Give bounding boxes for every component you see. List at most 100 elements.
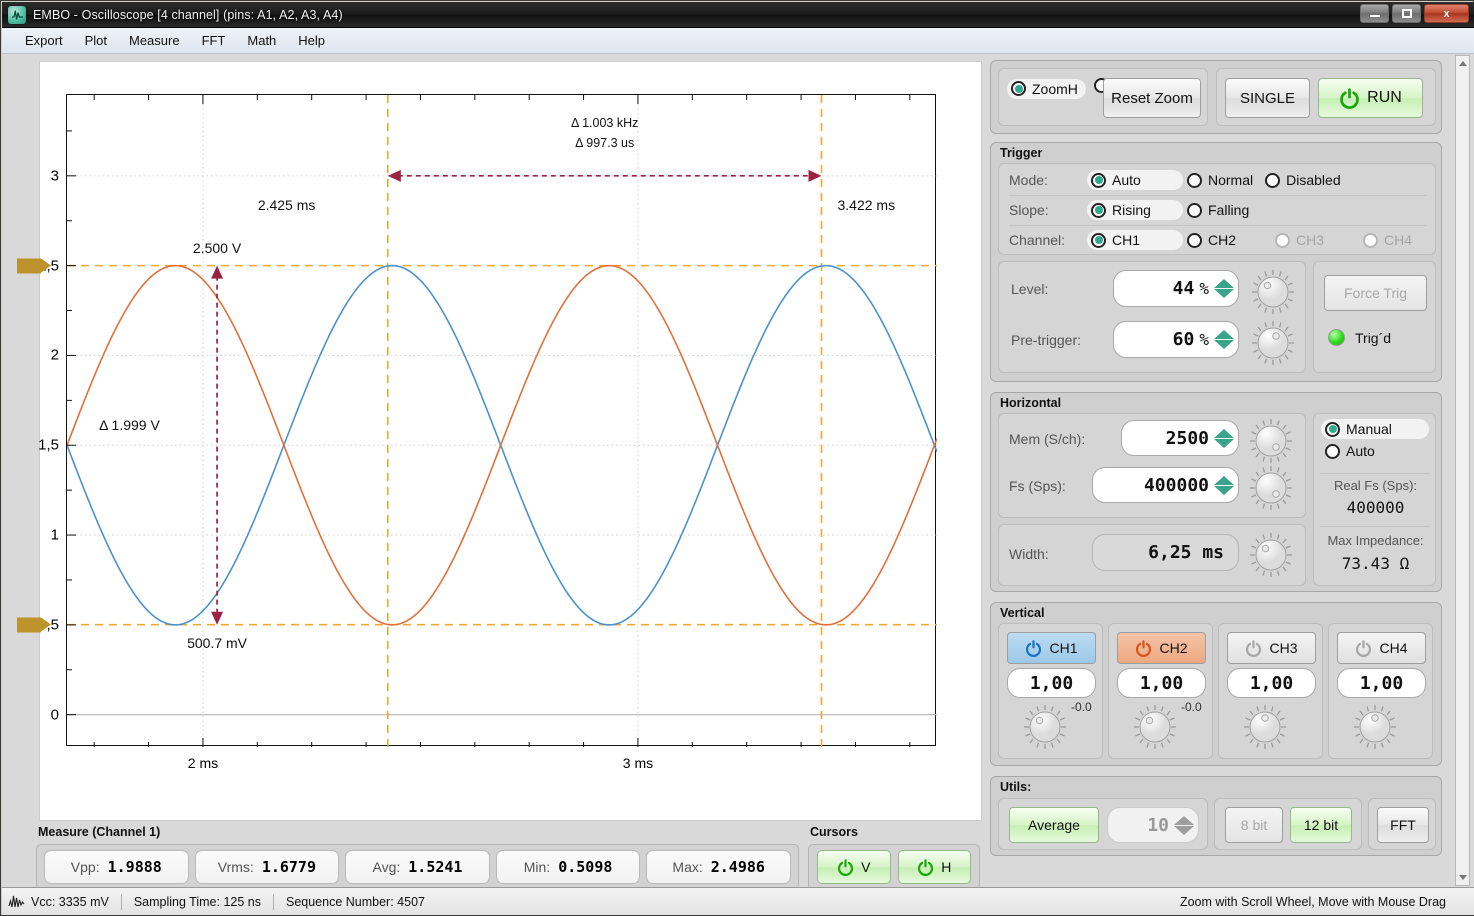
trigger-channel-ch3-label: CH3 (1296, 232, 1325, 248)
mem-label: Mem (S/ch): (1009, 431, 1086, 447)
spinner-arrows-icon[interactable] (1214, 428, 1234, 448)
status-hint: Zoom with Scroll Wheel, Move with Mouse … (1179, 894, 1446, 909)
mem-knob[interactable] (1245, 417, 1297, 465)
menu-item-measure[interactable]: Measure (118, 30, 191, 51)
minimize-button[interactable] (1360, 4, 1389, 23)
channel-gain-value: 1,00 (1139, 672, 1184, 694)
trigger-levels-subgroup: Level: 44 % Pre-trigger: 60 % (998, 261, 1306, 373)
channel-gain-value: 1,00 (1029, 672, 1074, 694)
trigger-level-unit: % (1199, 279, 1209, 298)
trigger-slope-falling-radio[interactable]: Falling (1183, 200, 1257, 220)
radio-dot-icon (1011, 81, 1026, 96)
fft-button[interactable]: FFT (1377, 807, 1429, 843)
trigger-mode-normal-radio[interactable]: Normal (1183, 170, 1261, 190)
utils-title: Utils: (1000, 780, 1032, 794)
average-count-value: 10 (1147, 814, 1169, 836)
bitdepth-subgroup: 8 bit 12 bit (1214, 798, 1362, 850)
trigger-mode-auto-radio[interactable]: Auto (1087, 170, 1183, 190)
fs-input[interactable]: 400000 (1092, 467, 1239, 503)
measure-min-label: Min: (523, 859, 551, 875)
radio-dot-icon (1325, 443, 1340, 459)
force-trig-button[interactable]: Force Trig (1324, 275, 1427, 311)
scroll-down-arrow-icon[interactable] (1458, 875, 1467, 880)
cursors-group: V H (808, 844, 980, 890)
channel-toggle-ch3[interactable]: CH3 (1227, 632, 1316, 664)
menu-item-export[interactable]: Export (14, 30, 74, 51)
channel-offset-knob-ch4[interactable] (1349, 702, 1401, 752)
menu-item-math[interactable]: Math (236, 30, 287, 51)
channel-toggle-ch1[interactable]: CH1 (1007, 632, 1096, 664)
single-button[interactable]: SINGLE (1225, 78, 1310, 118)
trigger-channel-ch2-label: CH2 (1208, 232, 1237, 248)
status-vcc: Vcc: 3335 mV (31, 894, 109, 909)
width-knob[interactable] (1245, 531, 1297, 579)
mem-value: 2500 (1165, 427, 1209, 449)
trigger-pretrigger-input[interactable]: 60 % (1113, 321, 1239, 358)
spinner-arrows-icon[interactable] (1174, 815, 1194, 835)
close-button[interactable]: x (1424, 4, 1469, 23)
trigger-mode-disabled-radio[interactable]: Disabled (1261, 170, 1348, 190)
menu-item-fft[interactable]: FFT (191, 30, 237, 51)
horizontal-mode-subgroup: Manual Auto Real Fs (Sps): 400000 Max Im… (1313, 413, 1436, 586)
mem-input[interactable]: 2500 (1121, 420, 1239, 456)
trigger-mode-label: Mode: (1009, 172, 1048, 188)
trigger-channel-ch2-radio[interactable]: CH2 (1183, 230, 1271, 250)
channel-gain-input-ch2[interactable]: 1,00 (1117, 668, 1206, 698)
channel-toggle-ch4[interactable]: CH4 (1337, 632, 1426, 664)
cursor-v-button[interactable]: V (817, 850, 891, 884)
average-button[interactable]: Average (1009, 807, 1099, 843)
channel-toggle-ch2[interactable]: CH2 (1117, 632, 1206, 664)
trigger-pretrigger-label: Pre-trigger: (1011, 332, 1082, 348)
fs-value: 400000 (1143, 474, 1209, 496)
channel-offset-knob-ch1[interactable] (1019, 702, 1071, 752)
spinner-arrows-icon[interactable] (1214, 279, 1234, 298)
trigger-level-input[interactable]: 44 % (1113, 270, 1239, 307)
radio-dot-icon (1275, 232, 1290, 248)
trigger-pretrigger-knob[interactable] (1247, 319, 1299, 367)
vertical-channel-ch2: CH2 1,00 -0.0 (1108, 623, 1213, 759)
waveform-icon (8, 894, 25, 909)
zoom-h-radio[interactable]: ZoomH (1007, 78, 1086, 99)
channel-offset-knob-ch2[interactable] (1129, 702, 1181, 752)
measure-title: Measure (Channel 1) (38, 825, 161, 839)
width-value-box: 6,25 ms (1092, 534, 1239, 571)
trigger-slope-rising-radio[interactable]: Rising (1087, 200, 1183, 220)
voltage-cursor-handle-bottom[interactable] (17, 617, 51, 633)
bit8-button[interactable]: 8 bit (1225, 807, 1283, 843)
channel-gain-input-ch1[interactable]: 1,00 (1007, 668, 1096, 698)
trigger-slope-falling-label: Falling (1208, 202, 1250, 218)
menu-item-plot[interactable]: Plot (74, 30, 118, 51)
y-axis-tick-label: 2 (50, 346, 59, 364)
horizontal-auto-radio[interactable]: Auto (1321, 441, 1383, 461)
scroll-up-arrow-icon[interactable] (1458, 61, 1467, 66)
menu-item-help[interactable]: Help (287, 30, 336, 51)
spinner-arrows-icon[interactable] (1214, 330, 1234, 349)
fs-knob[interactable] (1245, 464, 1297, 512)
channel-offset-knob-ch3[interactable] (1239, 702, 1291, 752)
oscilloscope-app-window: EMBO - Oscilloscope [4 channel] (pins: A… (0, 0, 1474, 916)
measure-vrms-value: 1.6779 (261, 858, 316, 876)
maximize-button[interactable] (1392, 4, 1421, 23)
spinner-arrows-icon[interactable] (1214, 475, 1234, 495)
bit12-button[interactable]: 12 bit (1290, 807, 1352, 843)
divider (1009, 195, 1427, 196)
cursor-h-label: H (941, 859, 952, 875)
reset-zoom-button[interactable]: Reset Zoom (1103, 78, 1201, 118)
panel-scrollbar[interactable] (1455, 55, 1470, 886)
measure-vrms-label: Vrms: (217, 859, 254, 875)
trigger-channel-ch1-radio[interactable]: CH1 (1087, 230, 1183, 250)
waveform-plot-area[interactable]: 0 0,5 1 1,5 2 2,5 3 2 ms 3 ms Δ 1.003 kH… (17, 94, 937, 885)
channel-gain-input-ch3[interactable]: 1,00 (1227, 668, 1316, 698)
fft-subgroup: FFT (1368, 798, 1436, 850)
horizontal-manual-label: Manual (1346, 421, 1392, 437)
trigger-level-knob[interactable] (1247, 268, 1299, 316)
horizontal-manual-radio[interactable]: Manual (1321, 419, 1429, 439)
trigger-slope-rising-label: Rising (1112, 202, 1151, 218)
run-button[interactable]: RUN (1318, 78, 1423, 118)
fs-label: Fs (Sps): (1009, 478, 1066, 494)
voltage-cursor-handle-top[interactable] (17, 258, 51, 274)
cursor-h-button[interactable]: H (897, 850, 971, 884)
vertical-channel-ch4: CH4 1,00 (1328, 623, 1433, 759)
average-count-input[interactable]: 10 (1107, 807, 1199, 843)
channel-gain-input-ch4[interactable]: 1,00 (1337, 668, 1426, 698)
